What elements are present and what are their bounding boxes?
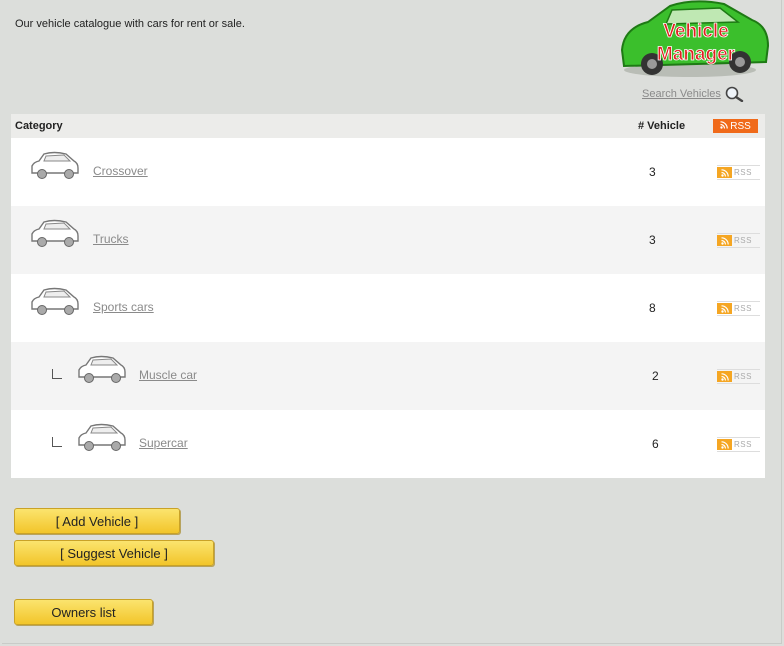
table-row: Trucks 3 RSS [11,206,765,274]
vehicle-count: 2 [652,369,659,383]
suggest-vehicle-button[interactable]: [ Suggest Vehicle ] [14,540,214,566]
rss-all-button[interactable]: RSS [713,119,758,133]
category-link[interactable]: Sports cars [93,300,154,314]
car-icon [77,423,127,458]
rss-feed-icon [717,439,732,450]
rss-label: RSS [734,168,752,177]
rss-label: RSS [734,440,752,449]
subcategory-indent-marker [52,369,62,379]
vehicle-count: 6 [652,437,659,451]
table-row: Crossover 3 RSS [11,138,765,206]
table-header: Category # Vehicle RSS [11,114,765,138]
catalogue-intro-text: Our vehicle catalogue with cars for rent… [15,18,245,30]
car-icon [30,219,80,254]
logo-text-line2: Manager [657,44,736,65]
header-category: Category [15,120,63,132]
car-icon [30,151,80,186]
vehicle-count: 3 [649,233,656,247]
category-link[interactable]: Crossover [93,164,148,178]
category-link[interactable]: Muscle car [139,368,197,382]
header-vehicle-count: # Vehicle [638,120,686,132]
car-icon [30,287,80,322]
vehicle-count: 3 [649,165,656,179]
rss-label: RSS [734,304,752,313]
category-link[interactable]: Supercar [139,436,188,450]
rss-feed-icon [720,120,729,132]
rss-category-button[interactable]: RSS [717,165,760,180]
logo-text-line1: Vehicle [663,21,729,42]
rss-category-button[interactable]: RSS [717,437,760,452]
rss-label: RSS [734,236,752,245]
magnifier-icon [723,86,745,102]
table-row: Supercar 6 RSS [11,410,765,478]
vehicle-manager-logo: Vehicle Manager [612,0,774,80]
subcategory-indent-marker [52,437,62,447]
owners-list-button[interactable]: Owners list [14,599,153,625]
table-row: Sports cars 8 RSS [11,274,765,342]
rss-feed-icon [717,371,732,382]
category-link[interactable]: Trucks [93,232,129,246]
rss-feed-icon [717,303,732,314]
rss-all-label: RSS [730,120,751,132]
add-vehicle-button[interactable]: [ Add Vehicle ] [14,508,180,534]
category-table: Category # Vehicle RSS Crossover 3 RSS T… [11,114,765,478]
search-vehicles-label: Search Vehicles [642,88,721,100]
rss-feed-icon [717,235,732,246]
vehicle-count: 8 [649,301,656,315]
table-row: Muscle car 2 RSS [11,342,765,410]
search-vehicles-link[interactable]: Search Vehicles [642,86,745,102]
rss-category-button[interactable]: RSS [717,233,760,248]
car-icon [77,355,127,390]
rss-feed-icon [717,167,732,178]
rss-category-button[interactable]: RSS [717,301,760,316]
rss-label: RSS [734,372,752,381]
rss-category-button[interactable]: RSS [717,369,760,384]
